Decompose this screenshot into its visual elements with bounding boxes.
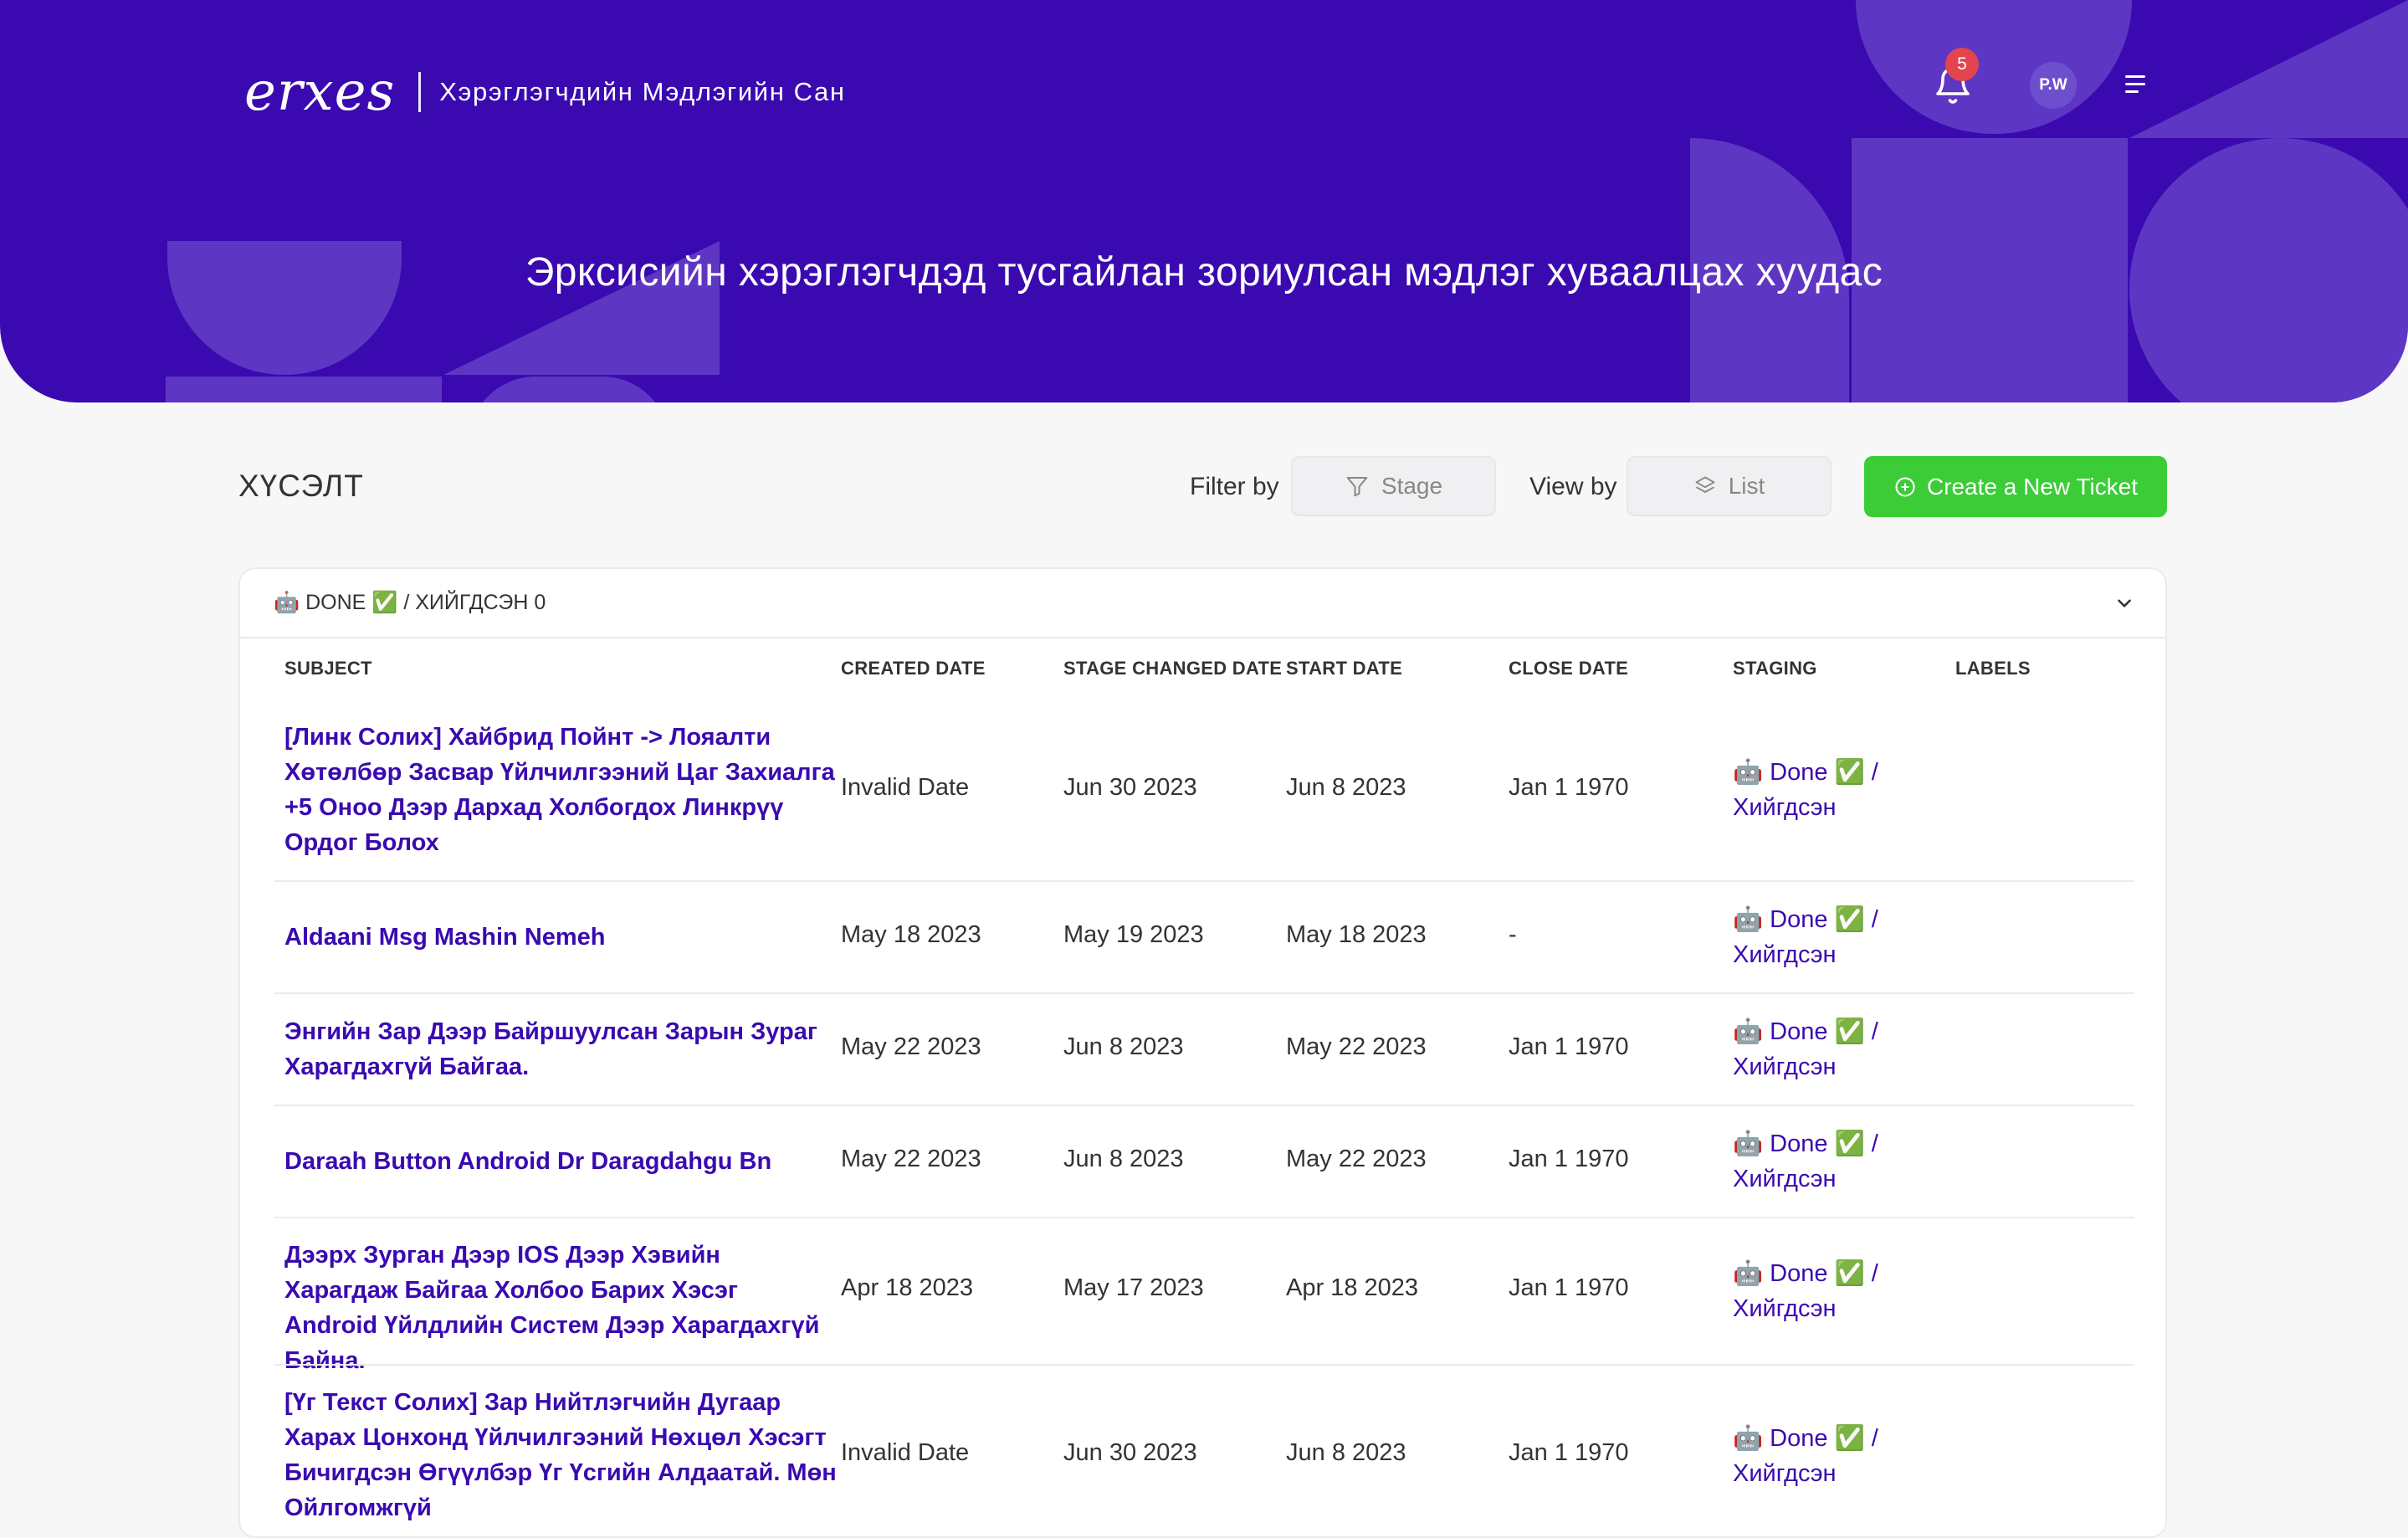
close-date: Jan 1 1970 <box>1509 1146 1629 1172</box>
close-date: Jan 1 1970 <box>1509 1439 1629 1466</box>
erxes-logo: erxes <box>244 61 396 123</box>
page-title: ХҮСЭЛТ <box>238 469 364 503</box>
group-title: 🤖 DONE ✅ / ХИЙГДСЭН 0 <box>274 591 546 614</box>
ticket-subject-link[interactable]: Энгийн Зар Дээр Байршуулсан Зарын Зураг … <box>284 1014 837 1084</box>
view-list-button[interactable]: List <box>1627 456 1832 516</box>
hero-text: Эрксисийн хэрэглэгчдэд тусгайлан зориулс… <box>525 250 1883 295</box>
row-divider <box>274 880 2134 882</box>
row-divider <box>274 1105 2134 1106</box>
start-date: May 18 2023 <box>1286 921 1427 948</box>
row-divider <box>274 992 2134 994</box>
decor-shape <box>1856 0 2132 134</box>
staging-link[interactable]: 🤖 Done ✅ / Хийгдсэн <box>1733 755 1917 825</box>
column-header-subject: SUBJECT <box>284 658 372 679</box>
staging-link[interactable]: 🤖 Done ✅ / Хийгдсэн <box>1733 1421 1917 1491</box>
stage-changed-date: May 17 2023 <box>1063 1274 1204 1301</box>
staging-link[interactable]: 🤖 Done ✅ / Хийгдсэн <box>1733 1256 1917 1326</box>
notification-badge: 5 <box>1945 48 1979 81</box>
close-date: Jan 1 1970 <box>1509 774 1629 801</box>
layers-icon <box>1695 476 1715 493</box>
ticket-subject-link[interactable]: [Үг Текст Солих] Зар Нийтлэгчийн Дугаар … <box>284 1385 837 1525</box>
brand-title: Хэрэглэгчдийн Мэдлэгийн Сан <box>439 77 846 106</box>
close-date: Jan 1 1970 <box>1509 1033 1629 1060</box>
column-header-start-date: START DATE <box>1286 658 1403 679</box>
filter-icon <box>1346 477 1368 497</box>
start-date: Jun 8 2023 <box>1286 1439 1406 1466</box>
column-header-created-date: CREATED DATE <box>841 658 986 679</box>
stage-changed-date: Jun 30 2023 <box>1063 774 1197 801</box>
created-date: Invalid Date <box>841 1439 970 1466</box>
ticket-subject-link[interactable]: Дээрх Зурган Дээр IOS Дээр Хэвийн Харагд… <box>284 1238 837 1378</box>
ticket-subject-link[interactable]: Aldaani Msg Mashin Nemeh <box>284 920 837 955</box>
filter-value: Stage <box>1381 473 1443 499</box>
chevron-down-icon <box>2118 599 2131 608</box>
view-label: View by <box>1529 473 1617 500</box>
create-ticket-button[interactable]: Create a New Ticket <box>1864 456 2167 517</box>
start-date: Apr 18 2023 <box>1286 1274 1419 1301</box>
row-divider <box>274 1217 2134 1218</box>
created-date: May 22 2023 <box>841 1146 981 1172</box>
group-header[interactable]: 🤖 DONE ✅ / ХИЙГДСЭН 0 <box>240 569 2165 638</box>
column-header-close-date: CLOSE DATE <box>1509 658 1629 679</box>
staging-link[interactable]: 🤖 Done ✅ / Хийгдсэн <box>1733 1126 1917 1197</box>
create-ticket-label: Create a New Ticket <box>1926 473 2139 500</box>
stage-changed-date: May 19 2023 <box>1063 921 1204 948</box>
filter-stage-button[interactable]: Stage <box>1291 456 1496 516</box>
decor-shape <box>166 377 442 402</box>
close-date: - <box>1509 921 1517 948</box>
created-date: May 18 2023 <box>841 921 981 948</box>
staging-link[interactable]: 🤖 Done ✅ / Хийгдсэн <box>1733 902 1917 972</box>
filter-label: Filter by <box>1190 473 1279 500</box>
brand-divider <box>418 72 422 112</box>
stage-changed-date: Jun 8 2023 <box>1063 1146 1184 1172</box>
created-date: May 22 2023 <box>841 1033 981 1060</box>
ticket-subject-link[interactable]: [Линк Солих] Хайбрид Пойнт -> Лояалти Хө… <box>284 720 837 860</box>
column-header-staging: STAGING <box>1733 658 1817 679</box>
avatar[interactable]: P.W <box>2030 62 2077 109</box>
close-date: Jan 1 1970 <box>1509 1274 1629 1301</box>
stage-changed-date: Jun 8 2023 <box>1063 1033 1184 1060</box>
row-divider <box>274 1364 2134 1366</box>
created-date: Invalid Date <box>841 774 970 801</box>
plus-circle-icon <box>1895 476 1915 497</box>
stage-changed-date: Jun 30 2023 <box>1063 1439 1197 1466</box>
start-date: May 22 2023 <box>1286 1033 1427 1060</box>
staging-link[interactable]: 🤖 Done ✅ / Хийгдсэн <box>1733 1014 1917 1084</box>
brand[interactable]: erxes Хэрэглэгчдийн Мэдлэгийн Сан <box>244 59 846 126</box>
ticket-group-card: 🤖 DONE ✅ / ХИЙГДСЭН 0 SUBJECT CREATED DA… <box>238 567 2167 1538</box>
decor-shape <box>2129 0 2408 138</box>
view-value: List <box>1728 473 1765 499</box>
hero-header: erxes Хэрэглэгчдийн Мэдлэгийн Сан 5 P.W … <box>0 0 2408 402</box>
created-date: Apr 18 2023 <box>841 1274 974 1301</box>
menu-icon[interactable] <box>2125 75 2150 95</box>
column-header-stage-changed: STAGE CHANGED DATE <box>1063 658 1283 679</box>
decor-shape <box>469 377 669 402</box>
start-date: Jun 8 2023 <box>1286 774 1406 801</box>
ticket-subject-link[interactable]: Daraah Button Android Dr Daragdahgu Bn <box>284 1144 837 1179</box>
start-date: May 22 2023 <box>1286 1146 1427 1172</box>
column-header-labels: LABELS <box>1955 658 2031 679</box>
